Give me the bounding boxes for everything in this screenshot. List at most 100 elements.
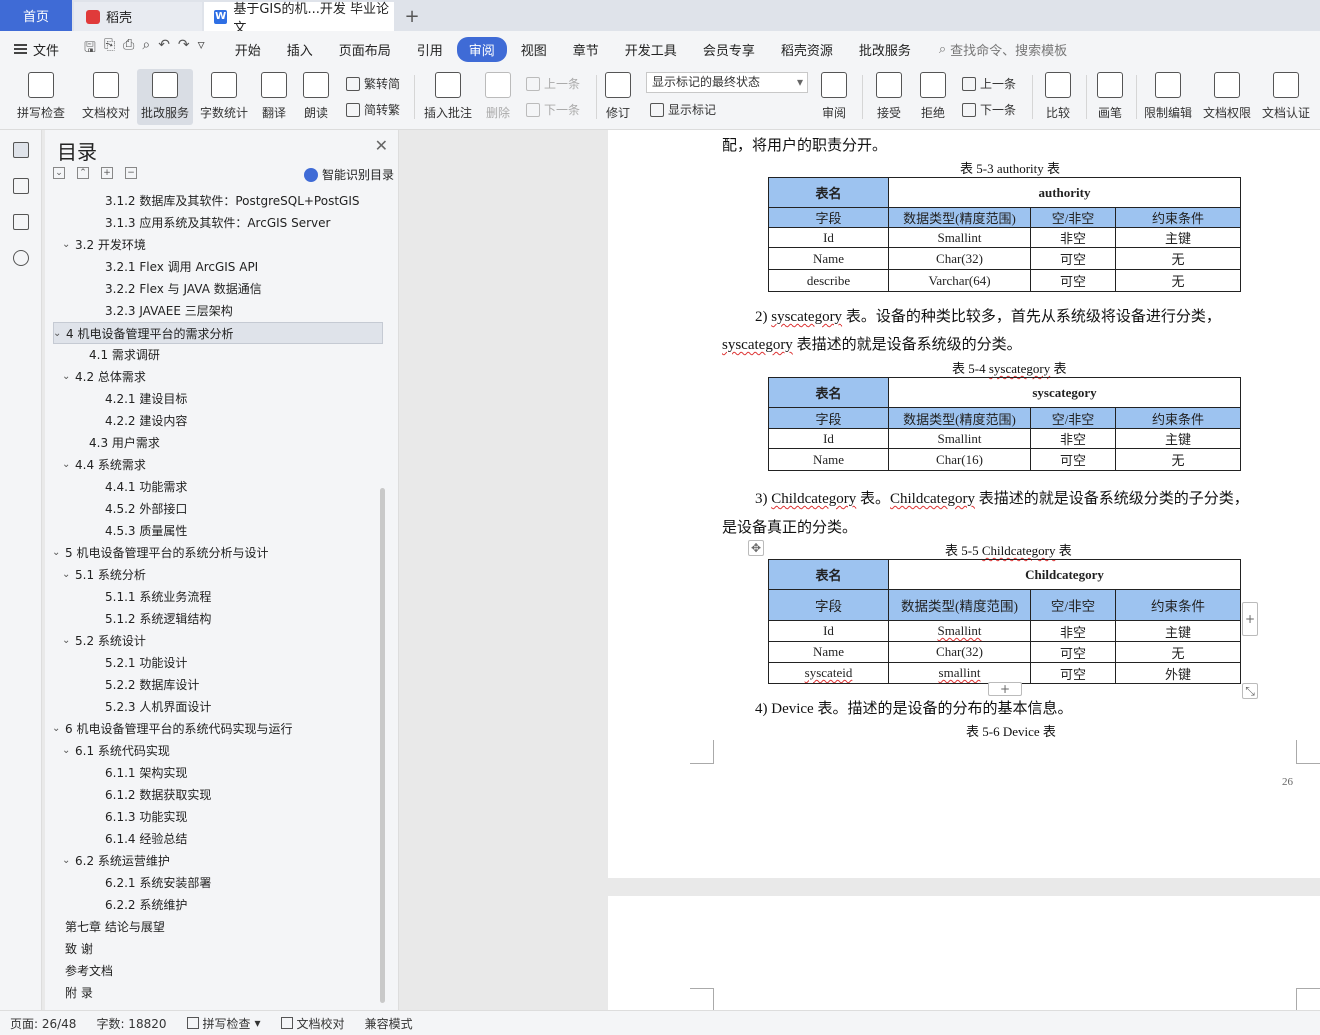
insert-comment-button[interactable]: 插入批注 bbox=[420, 69, 476, 125]
review-service-button[interactable]: 批改服务 bbox=[137, 69, 193, 125]
toc-item[interactable]: 4.4.1 功能需求 bbox=[53, 476, 383, 498]
next-comment-button[interactable]: 下一条 bbox=[526, 101, 580, 118]
doc-proof-button[interactable]: 文档校对 bbox=[78, 69, 134, 125]
toc-item[interactable]: 5.2.1 功能设计 bbox=[53, 652, 383, 674]
translate-button[interactable]: 翻译 bbox=[254, 69, 294, 125]
show-markup-button[interactable]: 显示标记 bbox=[650, 101, 716, 118]
reject-button[interactable]: 拒绝 bbox=[914, 69, 952, 125]
chevron-down-icon[interactable]: ⌄ bbox=[52, 718, 60, 740]
track-changes-button[interactable]: 修订 bbox=[600, 69, 636, 125]
bookmark-icon[interactable] bbox=[13, 214, 29, 230]
authority-table[interactable]: 表名 authority 字段 数据类型(精度范围) 空/非空 约束条件 Id Small… bbox=[768, 177, 1241, 292]
table-move-handle-icon[interactable]: ✥ bbox=[748, 540, 764, 556]
word-count-button[interactable]: 字数统计 bbox=[197, 69, 251, 125]
read-aloud-button[interactable]: 朗读 bbox=[298, 69, 334, 125]
simp-to-trad-button[interactable]: 简转繁 bbox=[346, 101, 400, 118]
toc-item[interactable]: 参考文档 bbox=[53, 960, 383, 982]
menu-tab-10[interactable]: 批改服务 bbox=[847, 37, 923, 62]
toc-item[interactable]: 3.1.3 应用系统及其软件：ArcGIS Server bbox=[53, 212, 383, 234]
toc-item[interactable]: ⌄ 5 机电设备管理平台的系统分析与设计 bbox=[52, 542, 383, 564]
toc-item[interactable]: 4.5.3 质量属性 bbox=[53, 520, 383, 542]
chevron-down-icon[interactable]: ⌄ bbox=[62, 564, 70, 586]
print-preview-icon[interactable]: ⌕ bbox=[142, 37, 150, 61]
close-icon[interactable]: ✕ bbox=[375, 136, 388, 155]
document-page[interactable] bbox=[608, 896, 1320, 1010]
chevron-down-icon[interactable]: ⌄ bbox=[62, 630, 70, 652]
toc-item[interactable]: ⌄ 6.2 系统运营维护 bbox=[53, 850, 383, 872]
prev-change-button[interactable]: 上一条 bbox=[962, 75, 1016, 92]
add-heading-icon[interactable]: + bbox=[101, 167, 113, 179]
redo-icon[interactable]: ↷ bbox=[178, 37, 190, 61]
toc-item[interactable]: 5.2.2 数据库设计 bbox=[53, 674, 383, 696]
command-search[interactable]: ⌕ 查找命令、搜索模板 bbox=[939, 40, 1067, 59]
toc-item[interactable]: 4.2.1 建设目标 bbox=[53, 388, 383, 410]
toc-item[interactable]: ⌄ 3.2 开发环境 bbox=[53, 234, 383, 256]
toc-item[interactable]: 4.1 需求调研 bbox=[53, 344, 383, 366]
toc-item[interactable]: 6.2.2 系统维护 bbox=[53, 894, 383, 916]
menu-tab-5[interactable]: 视图 bbox=[509, 37, 559, 62]
document-page[interactable]: 配，将用户的职责分开。 表 5-3 authority 表 表名 authorit… bbox=[608, 130, 1320, 878]
tab-daoke[interactable]: 稻壳 bbox=[74, 2, 202, 31]
toc-item[interactable]: 3.2.3 JAVAEE 三层架构 bbox=[53, 300, 383, 322]
export-pdf-icon[interactable]: ⎘ bbox=[104, 37, 115, 61]
toc-item[interactable]: 3.2.1 Flex 调用 ArcGIS API bbox=[53, 256, 383, 278]
menu-tab-1[interactable]: 插入 bbox=[275, 37, 325, 62]
childcategory-table[interactable]: 表名 Childcategory 字段 数据类型(精度范围) 空/非空 约束条件 Id S… bbox=[768, 559, 1241, 684]
chevron-down-icon[interactable]: ⌄ bbox=[62, 454, 70, 476]
delete-comment-button[interactable]: 删除 bbox=[480, 69, 516, 125]
markup-state-select[interactable]: 显示标记的最终状态 bbox=[646, 72, 808, 93]
toc-item[interactable]: 5.1.1 系统业务流程 bbox=[53, 586, 383, 608]
expand-up-icon[interactable]: ⌃ bbox=[77, 167, 89, 179]
doc-permission-button[interactable]: 文档权限 bbox=[1199, 69, 1255, 125]
toc-item[interactable]: 6.1.3 功能实现 bbox=[53, 806, 383, 828]
doc-proof-status[interactable]: 文档校对 bbox=[271, 1015, 355, 1032]
document-area[interactable]: 配，将用户的职责分开。 表 5-3 authority 表 表名 authorit… bbox=[400, 130, 1320, 1010]
toc-item[interactable]: 第七章 结论与展望 bbox=[53, 916, 383, 938]
doc-cert-button[interactable]: 文档认证 bbox=[1258, 69, 1314, 125]
compare-button[interactable]: 比较 bbox=[1038, 69, 1078, 125]
chevron-down-icon[interactable]: ⌄ bbox=[62, 366, 70, 388]
save-icon[interactable]: 🖫 bbox=[84, 37, 96, 61]
menu-tab-8[interactable]: 会员专享 bbox=[691, 37, 767, 62]
menu-tab-4[interactable]: 审阅 bbox=[456, 36, 507, 62]
tab-document[interactable]: W 基于GIS的机...开发 毕业论文 bbox=[204, 2, 394, 36]
restrict-edit-button[interactable]: 限制编辑 bbox=[1140, 69, 1196, 125]
accept-button[interactable]: 接受 bbox=[870, 69, 908, 125]
spell-check-button[interactable]: 拼写检查 bbox=[8, 69, 74, 125]
menu-tab-9[interactable]: 稻壳资源 bbox=[769, 37, 845, 62]
menu-tab-7[interactable]: 开发工具 bbox=[613, 37, 689, 62]
toc-item[interactable]: 3.1.2 数据库及其软件：PostgreSQL+PostGIS bbox=[53, 190, 383, 212]
chevron-down-icon[interactable]: ⌄ bbox=[52, 542, 60, 564]
toc-item[interactable]: 5.1.2 系统逻辑结构 bbox=[53, 608, 383, 630]
pen-button[interactable]: 画笔 bbox=[1092, 69, 1128, 125]
toc-item[interactable]: ⌄ 6 机电设备管理平台的系统代码实现与运行 bbox=[52, 718, 383, 740]
trad-to-simp-button[interactable]: 繁转简 bbox=[346, 75, 400, 92]
toc-item[interactable]: ⌄ 5.1 系统分析 bbox=[53, 564, 383, 586]
prev-comment-button[interactable]: 上一条 bbox=[526, 75, 580, 92]
new-tab-button[interactable]: + bbox=[402, 2, 422, 31]
tab-home[interactable]: 首页 bbox=[0, 0, 72, 31]
remove-heading-icon[interactable]: − bbox=[125, 167, 137, 179]
page-indicator[interactable]: 页面: 26/48 bbox=[0, 1015, 86, 1032]
collapse-all-icon[interactable]: ⌄ bbox=[53, 167, 65, 179]
toc-item[interactable]: 5.2.3 人机界面设计 bbox=[53, 696, 383, 718]
toc-item[interactable]: 4.5.2 外部接口 bbox=[53, 498, 383, 520]
menu-tab-6[interactable]: 章节 bbox=[561, 37, 611, 62]
toc-scrollbar[interactable] bbox=[380, 488, 385, 1003]
search-icon[interactable] bbox=[13, 250, 29, 266]
menu-tab-2[interactable]: 页面布局 bbox=[327, 37, 403, 62]
file-menu[interactable]: 文件 bbox=[0, 40, 74, 59]
review-pane-button[interactable]: 审阅 bbox=[816, 69, 852, 125]
toc-item[interactable]: 致 谢 bbox=[53, 938, 383, 960]
chevron-down-icon[interactable]: ⌄ bbox=[62, 740, 70, 762]
menu-tab-3[interactable]: 引用 bbox=[405, 37, 455, 62]
toc-item[interactable]: ⌄ 4.4 系统需求 bbox=[53, 454, 383, 476]
toc-item[interactable]: ⌄ 4.2 总体需求 bbox=[53, 366, 383, 388]
toc-item[interactable]: ⌄ 4 机电设备管理平台的需求分析 bbox=[53, 322, 383, 344]
syscategory-table[interactable]: 表名 syscategory 字段 数据类型(精度范围) 空/非空 约束条件 Id Sma… bbox=[768, 377, 1241, 471]
toc-item[interactable]: 6.2.1 系统安装部署 bbox=[53, 872, 383, 894]
toc-item[interactable]: ⌄ 5.2 系统设计 bbox=[53, 630, 383, 652]
smart-toc-button[interactable]: 智能识别目录 bbox=[303, 166, 394, 183]
customize-toolbar-icon[interactable]: ▿ bbox=[198, 37, 205, 61]
print-icon[interactable]: ⎙ bbox=[123, 37, 134, 61]
